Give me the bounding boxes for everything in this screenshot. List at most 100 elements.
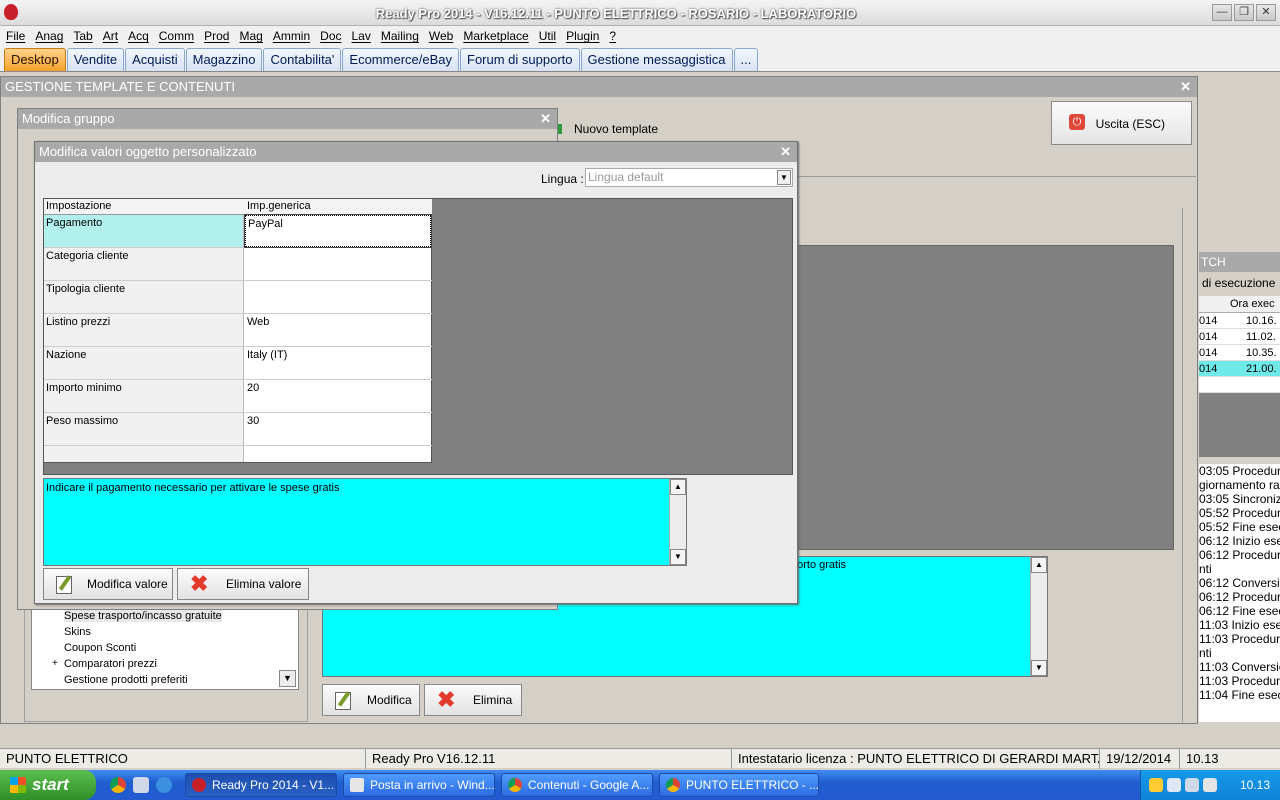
grid-value-cell[interactable]: 20 xyxy=(245,380,431,412)
batch-row[interactable]: 014 10.35. xyxy=(1199,345,1280,361)
menu-acq[interactable]: Acq xyxy=(128,29,149,43)
taskbar-item-chrome-punto[interactable]: PUNTO ELETTRICO - ... xyxy=(659,773,819,797)
batch-row[interactable]: 014 10.16. xyxy=(1199,313,1280,329)
batch-row[interactable] xyxy=(1199,377,1280,393)
lingua-select[interactable]: Lingua default ▼ xyxy=(585,168,793,187)
description-text: Indicare il pagamento necessario per att… xyxy=(46,482,340,494)
grid-value-cell[interactable]: Italy (IT) xyxy=(245,347,431,379)
grid-value-cell[interactable]: 30 xyxy=(245,413,431,445)
tab-contabilita[interactable]: Contabilita' xyxy=(263,48,342,71)
batch-label: di esecuzione xyxy=(1202,276,1276,290)
scroll-down-icon[interactable]: ▼ xyxy=(670,549,686,565)
shield-icon[interactable] xyxy=(1149,778,1163,792)
menu-prod[interactable]: Prod xyxy=(204,29,229,43)
grid-row[interactable]: Listino prezzi Web xyxy=(44,314,432,347)
menu-art[interactable]: Art xyxy=(103,29,118,43)
tree-item[interactable]: Comparatori prezzi xyxy=(64,658,157,670)
tree-item[interactable]: Gestione prodotti preferiti xyxy=(64,674,188,686)
frame-line xyxy=(1182,208,1183,722)
close-button[interactable]: ✕ xyxy=(1256,4,1276,21)
gruppo-close-icon[interactable]: ✕ xyxy=(540,109,551,129)
edit-icon xyxy=(56,576,72,594)
tree-item[interactable]: Skins xyxy=(64,626,91,638)
taskbar-item-readypro[interactable]: Ready Pro 2014 - V1... xyxy=(185,773,337,797)
tree-expand-icon[interactable]: + xyxy=(52,658,58,669)
tree-item[interactable]: Coupon Sconti xyxy=(64,642,136,654)
status-time: 10.13 xyxy=(1186,751,1219,766)
edit-icon xyxy=(335,692,351,710)
tab-messaggistica[interactable]: Gestione messaggistica xyxy=(580,48,733,71)
menu-plugin[interactable]: Plugin xyxy=(566,29,599,43)
menu-tab[interactable]: Tab xyxy=(73,29,92,43)
menu-marketplace[interactable]: Marketplace xyxy=(463,29,528,43)
grid-value-cell[interactable] xyxy=(245,281,431,313)
settings-icon[interactable] xyxy=(133,777,149,793)
description-scrollbar[interactable]: ▲ ▼ xyxy=(1030,557,1047,676)
modifica-button[interactable]: Modifica xyxy=(322,684,420,716)
menu-lav[interactable]: Lav xyxy=(352,29,371,43)
restore-button[interactable]: ❐ xyxy=(1234,4,1254,21)
network-icon[interactable] xyxy=(1185,778,1199,792)
elimina-button[interactable]: ✖ Elimina xyxy=(424,684,522,716)
gestione-close-icon[interactable]: ✕ xyxy=(1180,77,1191,97)
menu-web[interactable]: Web xyxy=(429,29,453,43)
menu-doc[interactable]: Doc xyxy=(320,29,341,43)
notification-icon[interactable] xyxy=(1167,778,1181,792)
tab-more[interactable]: ... xyxy=(733,48,759,71)
chevron-down-icon[interactable]: ▼ xyxy=(777,170,791,185)
scroll-down-icon[interactable]: ▼ xyxy=(1031,660,1047,676)
elimina-valore-button[interactable]: ✖ Elimina valore xyxy=(177,568,309,600)
grid-row[interactable]: Peso massimo 30 xyxy=(44,413,432,446)
batch-row[interactable]: 014 11.02. xyxy=(1199,329,1280,345)
menu-mailing[interactable]: Mailing xyxy=(381,29,419,43)
description-box[interactable]: Indicare il pagamento necessario per att… xyxy=(43,478,687,566)
tab-forum[interactable]: Forum di supporto xyxy=(460,48,580,71)
menu-ammin[interactable]: Ammin xyxy=(273,29,310,43)
grid-value-cell[interactable]: PayPal xyxy=(244,214,432,248)
grid-row[interactable]: Nazione Italy (IT) xyxy=(44,347,432,380)
gestione-title: GESTIONE TEMPLATE E CONTENUTI xyxy=(5,79,235,94)
menu-help[interactable]: ? xyxy=(609,29,616,43)
dialog-close-icon[interactable]: ✕ xyxy=(780,142,791,162)
system-tray: 10.13 xyxy=(1140,770,1280,800)
scroll-up-icon[interactable]: ▲ xyxy=(670,479,686,495)
modifica-valore-button[interactable]: Modifica valore xyxy=(43,568,173,600)
grid-row[interactable]: Pagamento PayPal xyxy=(44,214,432,248)
start-button[interactable]: start xyxy=(0,770,96,800)
settings-grid: Impostazione Imp.generica Pagamento PayP… xyxy=(44,199,432,463)
delete-icon: ✖ xyxy=(437,687,456,712)
description-scrollbar[interactable]: ▲ ▼ xyxy=(669,479,686,565)
menu-util[interactable]: Util xyxy=(539,29,556,43)
grid-row[interactable]: Tipologia cliente xyxy=(44,281,432,314)
nuovo-template-button[interactable]: Nuovo template xyxy=(549,116,669,142)
taskbar-item-mail[interactable]: Posta in arrivo - Wind... xyxy=(343,773,495,797)
taskbar-clock: 10.13 xyxy=(1239,778,1270,792)
taskbar-item-chrome-contenuti[interactable]: Contenuti - Google A... xyxy=(501,773,653,797)
minimize-button[interactable]: — xyxy=(1212,4,1232,21)
tab-magazzino[interactable]: Magazzino xyxy=(185,48,263,71)
batch-row[interactable]: 014 21.00. xyxy=(1199,361,1280,377)
chrome-icon[interactable] xyxy=(110,777,126,793)
tab-acquisti[interactable]: Acquisti xyxy=(125,48,185,71)
menu-file[interactable]: File xyxy=(6,29,25,43)
menu-anag[interactable]: Anag xyxy=(35,29,63,43)
grid-value-cell[interactable] xyxy=(245,248,431,280)
windows-logo-icon xyxy=(10,777,26,793)
gruppo-title: Modifica gruppo xyxy=(22,111,115,126)
menu-comm[interactable]: Comm xyxy=(159,29,194,43)
tab-ecommerce[interactable]: Ecommerce/eBay xyxy=(342,48,459,71)
tab-desktop[interactable]: Desktop xyxy=(4,48,66,71)
grid-row[interactable]: Categoria cliente xyxy=(44,248,432,281)
ie-icon[interactable] xyxy=(156,777,172,793)
tab-vendite[interactable]: Vendite xyxy=(66,48,125,71)
exit-icon: ⏻ xyxy=(1069,114,1085,130)
menu-mag[interactable]: Mag xyxy=(239,29,262,43)
scroll-up-icon[interactable]: ▲ xyxy=(1031,557,1047,573)
lingua-label: Lingua : xyxy=(541,172,584,186)
tree-scroll-down-icon[interactable]: ▼ xyxy=(279,670,296,687)
tree-item[interactable]: Spese trasporto/incasso gratuite xyxy=(64,610,222,622)
grid-value-cell[interactable]: Web xyxy=(245,314,431,346)
window-title: Ready Pro 2014 - V16.12.11 - PUNTO ELETT… xyxy=(375,6,857,21)
grid-row[interactable]: Importo minimo 20 xyxy=(44,380,432,413)
volume-icon[interactable] xyxy=(1203,778,1217,792)
